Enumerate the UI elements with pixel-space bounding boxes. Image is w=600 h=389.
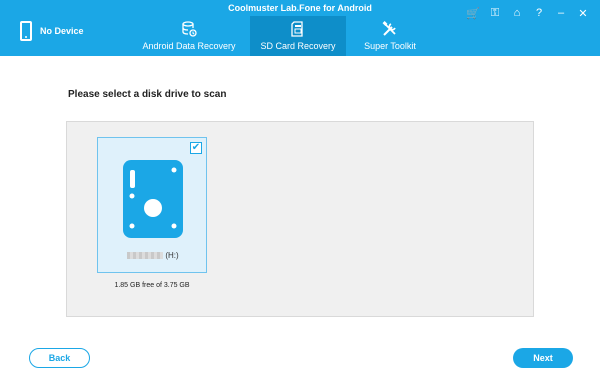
blurred-volume-label bbox=[127, 252, 164, 259]
cart-icon[interactable]: 🛒 bbox=[464, 5, 482, 21]
next-button[interactable]: Next bbox=[513, 348, 573, 368]
toolkit-icon bbox=[381, 20, 399, 38]
tab-android-data-recovery[interactable]: Android Data Recovery bbox=[130, 16, 248, 56]
drive-name: (H:) bbox=[98, 251, 208, 260]
key-icon[interactable]: ⚿ bbox=[486, 5, 504, 21]
drive-letter: (H:) bbox=[165, 251, 179, 260]
tab-super-toolkit[interactable]: Super Toolkit bbox=[350, 16, 430, 56]
tab-label: Super Toolkit bbox=[364, 41, 416, 51]
tab-label: SD Card Recovery bbox=[260, 41, 336, 51]
close-icon[interactable]: ✕ bbox=[574, 5, 592, 21]
home-icon[interactable]: ⌂ bbox=[508, 5, 526, 21]
minimize-icon[interactable]: – bbox=[552, 5, 570, 21]
android-data-recovery-icon bbox=[180, 20, 198, 38]
drive-card[interactable]: ✔ (H:) bbox=[97, 137, 207, 273]
window-controls: 🛒 ⚿ ⌂ ? – ✕ bbox=[464, 5, 592, 21]
drive-free-space: 1.85 GB free of 3.75 GB bbox=[114, 282, 190, 289]
page-prompt: Please select a disk drive to scan bbox=[68, 89, 227, 100]
tab-label: Android Data Recovery bbox=[142, 41, 236, 51]
disk-drive-icon bbox=[123, 160, 183, 243]
device-label: No Device bbox=[40, 26, 84, 36]
back-button[interactable]: Back bbox=[29, 348, 90, 368]
phone-icon bbox=[20, 21, 32, 41]
help-icon[interactable]: ? bbox=[530, 5, 548, 21]
device-status: No Device bbox=[20, 20, 84, 42]
drive-checkbox[interactable]: ✔ bbox=[190, 142, 202, 154]
app-header: Coolmuster Lab.Fone for Android No Devic… bbox=[0, 0, 600, 56]
tab-sd-card-recovery[interactable]: SD Card Recovery bbox=[250, 16, 346, 56]
drive-list-panel: ✔ (H:) 1.85 GB free of 3.75 GB bbox=[66, 121, 534, 317]
sd-card-icon bbox=[289, 20, 307, 38]
